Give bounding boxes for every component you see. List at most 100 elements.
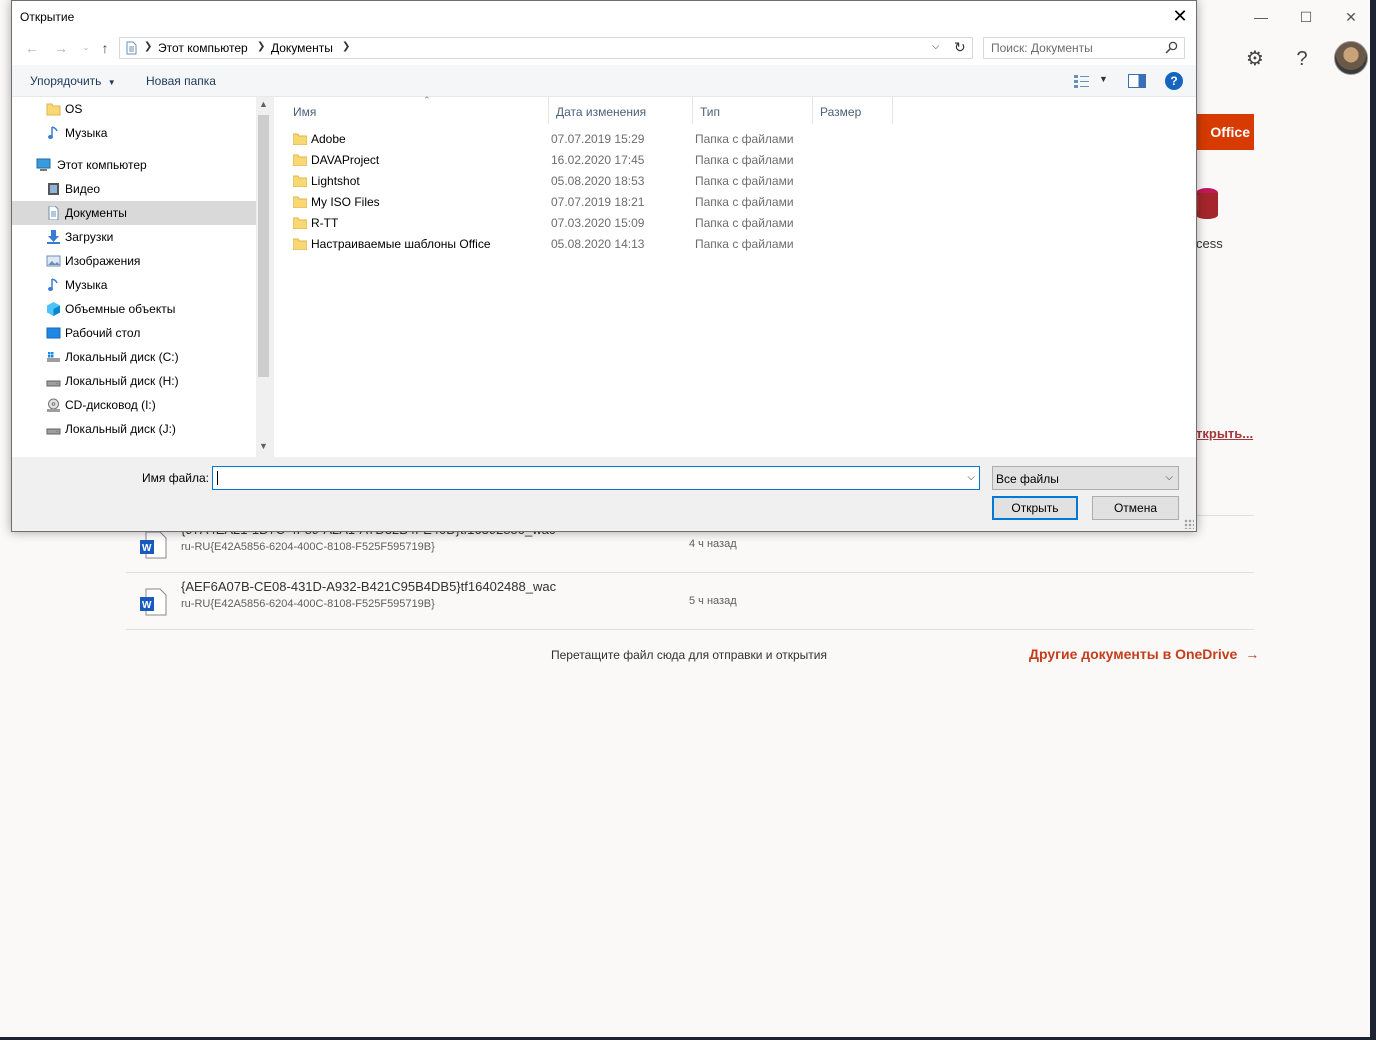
music-icon bbox=[48, 278, 58, 291]
close-icon[interactable]: ✕ bbox=[1164, 1, 1196, 32]
sort-ascending-icon: ⌃ bbox=[423, 95, 431, 105]
scrollbar-thumb[interactable] bbox=[258, 115, 269, 377]
nav-item-cd-drive[interactable]: CD-дисковод (I:) bbox=[12, 393, 256, 417]
word-file-icon: W bbox=[140, 531, 167, 559]
scroll-down-icon[interactable]: ▼ bbox=[256, 441, 271, 455]
file-type: Папка с файлами bbox=[695, 153, 794, 167]
nav-item-pictures[interactable]: Изображения bbox=[12, 249, 256, 273]
file-type: Папка с файлами bbox=[695, 216, 794, 230]
recent-file-row[interactable]: W {AEF6A07B-CE08-431D-A932-B421C95B4DB5}… bbox=[126, 573, 1254, 630]
file-row[interactable]: Adobe 07.07.2019 15:29 Папка с файлами bbox=[288, 129, 808, 150]
divider bbox=[126, 629, 1254, 630]
nav-item-this-pc[interactable]: Этот компьютер bbox=[12, 153, 256, 177]
file-row[interactable]: My ISO Files 07.07.2019 18:21 Папка с фа… bbox=[288, 192, 808, 213]
search-input[interactable] bbox=[984, 38, 1160, 58]
search-box[interactable] bbox=[983, 37, 1185, 59]
breadcrumb-this-pc[interactable]: Этот компьютер bbox=[158, 41, 248, 55]
navigation-bar: ← → ⌄ ↑ ❯ Этот компьютер ❯ Документы ❯ ⌵… bbox=[12, 32, 1196, 65]
dialog-titlebar[interactable]: Открытие ✕ bbox=[12, 1, 1196, 32]
file-row[interactable]: DAVAProject 16.02.2020 17:45 Папка с фай… bbox=[288, 150, 808, 171]
file-date: 05.08.2020 14:13 bbox=[551, 237, 645, 251]
file-row[interactable]: Настраиваемые шаблоны Office 05.08.2020 … bbox=[288, 234, 808, 255]
breadcrumb-documents[interactable]: Документы bbox=[271, 41, 333, 55]
avatar[interactable] bbox=[1334, 41, 1368, 75]
address-bar[interactable]: ❯ Этот компьютер ❯ Документы ❯ ⌵ ↻ bbox=[119, 37, 973, 59]
nav-item-documents[interactable]: Документы bbox=[12, 201, 256, 225]
refresh-icon[interactable]: ↻ bbox=[954, 39, 966, 56]
nav-item-3d-objects[interactable]: Объемные объекты bbox=[12, 297, 256, 321]
file-name: My ISO Files bbox=[311, 195, 380, 209]
nav-item-label: Этот компьютер bbox=[57, 158, 147, 172]
nav-item-drive-h[interactable]: Локальный диск (H:) bbox=[12, 369, 256, 393]
nav-item-drive-c[interactable]: Локальный диск (C:) bbox=[12, 345, 256, 369]
nav-item-label: Документы bbox=[65, 206, 127, 220]
cancel-button[interactable]: Отмена bbox=[1092, 496, 1179, 520]
maximize-icon[interactable]: ☐ bbox=[1283, 6, 1329, 28]
filename-combobox[interactable]: ⌵ bbox=[212, 466, 980, 490]
documents-icon bbox=[126, 41, 137, 55]
nav-pane-scrollbar[interactable]: ▲ ▼ bbox=[256, 97, 271, 457]
navigation-pane: OS Музыка Этот компьютер Видео Документы… bbox=[12, 97, 271, 457]
arrow-right-icon: → bbox=[1245, 646, 1260, 662]
file-type: Папка с файлами bbox=[695, 132, 794, 146]
documents-icon bbox=[48, 206, 59, 220]
open-other-files-link[interactable]: ткрыть... bbox=[1196, 426, 1253, 441]
nav-item-music[interactable]: Музыка bbox=[12, 273, 256, 297]
help-icon[interactable]: ? bbox=[1165, 72, 1183, 90]
folder-icon bbox=[293, 238, 307, 250]
nav-item-drive-j[interactable]: Локальный диск (J:) bbox=[12, 417, 256, 441]
preview-pane-icon[interactable] bbox=[1128, 74, 1146, 88]
recent-file-time: 4 ч назад bbox=[689, 538, 737, 550]
file-type: Папка с файлами bbox=[695, 174, 794, 188]
view-options-icon[interactable] bbox=[1073, 73, 1091, 89]
nav-item-desktop[interactable]: Рабочий стол bbox=[12, 321, 256, 345]
forward-arrow-icon[interactable]: → bbox=[53, 40, 69, 56]
resize-grip[interactable] bbox=[1184, 519, 1194, 529]
nav-item-label: Музыка bbox=[65, 278, 108, 292]
gear-icon[interactable]: ⚙ bbox=[1240, 44, 1270, 74]
chevron-down-icon[interactable]: ▼ bbox=[1099, 74, 1108, 84]
column-header-name[interactable]: Имя ⌃ bbox=[286, 95, 549, 124]
minimize-icon[interactable]: — bbox=[1238, 6, 1284, 28]
nav-item-label: Локальный диск (H:) bbox=[65, 374, 179, 388]
new-folder-button[interactable]: Новая папка bbox=[146, 74, 216, 88]
file-date: 16.02.2020 17:45 bbox=[551, 153, 645, 167]
filename-label: Имя файла: bbox=[142, 471, 209, 485]
dialog-title: Открытие bbox=[20, 10, 75, 24]
recent-file-path: ru-RU{E42A5856-6204-400C-8108-F525F59571… bbox=[181, 541, 435, 553]
desktop-icon bbox=[46, 327, 61, 339]
column-header-date[interactable]: Дата изменения bbox=[549, 97, 693, 124]
onedrive-link[interactable]: Другие документы в OneDrive → bbox=[1029, 646, 1259, 662]
chevron-down-icon[interactable]: ⌵ bbox=[932, 41, 940, 52]
recent-file-path: ru-RU{E42A5856-6204-400C-8108-F525F59571… bbox=[181, 598, 435, 610]
file-date: 07.07.2019 18:21 bbox=[551, 195, 645, 209]
folder-icon bbox=[293, 175, 307, 187]
chevron-down-icon[interactable]: ⌄ bbox=[78, 40, 94, 56]
up-arrow-icon[interactable]: ↑ bbox=[97, 40, 113, 56]
close-icon[interactable]: ✕ bbox=[1328, 6, 1374, 28]
nav-item-label: Изображения bbox=[65, 254, 141, 268]
dialog-toolbar: Упорядочить ▼ Новая папка ▼ ? bbox=[12, 65, 1196, 97]
nav-item-video[interactable]: Видео bbox=[12, 177, 256, 201]
chevron-down-icon[interactable]: ⌵ bbox=[967, 472, 975, 483]
cd-drive-icon bbox=[47, 398, 60, 412]
file-row[interactable]: R-TT 07.03.2020 15:09 Папка с файлами bbox=[288, 213, 808, 234]
file-type-filter[interactable]: Все файлы ⌵ bbox=[992, 466, 1179, 490]
open-button[interactable]: Открыть bbox=[992, 496, 1078, 520]
nav-item-downloads[interactable]: Загрузки bbox=[12, 225, 256, 249]
nav-item-label: Объемные объекты bbox=[65, 302, 176, 316]
file-row[interactable]: Lightshot 05.08.2020 18:53 Папка с файла… bbox=[288, 171, 808, 192]
organize-label: Упорядочить bbox=[30, 74, 102, 88]
scroll-up-icon[interactable]: ▲ bbox=[256, 99, 271, 113]
word-file-icon: W bbox=[140, 588, 167, 616]
filename-input[interactable] bbox=[213, 467, 957, 489]
onedrive-link-label: Другие документы в OneDrive bbox=[1029, 646, 1238, 662]
organize-button[interactable]: Упорядочить ▼ bbox=[30, 74, 116, 88]
nav-item-os[interactable]: OS bbox=[12, 97, 256, 121]
column-header-type[interactable]: Тип bbox=[693, 97, 813, 124]
help-icon[interactable]: ? bbox=[1287, 44, 1317, 74]
nav-item-music-quick[interactable]: Музыка bbox=[12, 121, 256, 145]
access-label[interactable]: cess bbox=[1196, 236, 1223, 251]
column-header-size[interactable]: Размер bbox=[813, 97, 893, 124]
back-arrow-icon[interactable]: ← bbox=[24, 40, 40, 56]
